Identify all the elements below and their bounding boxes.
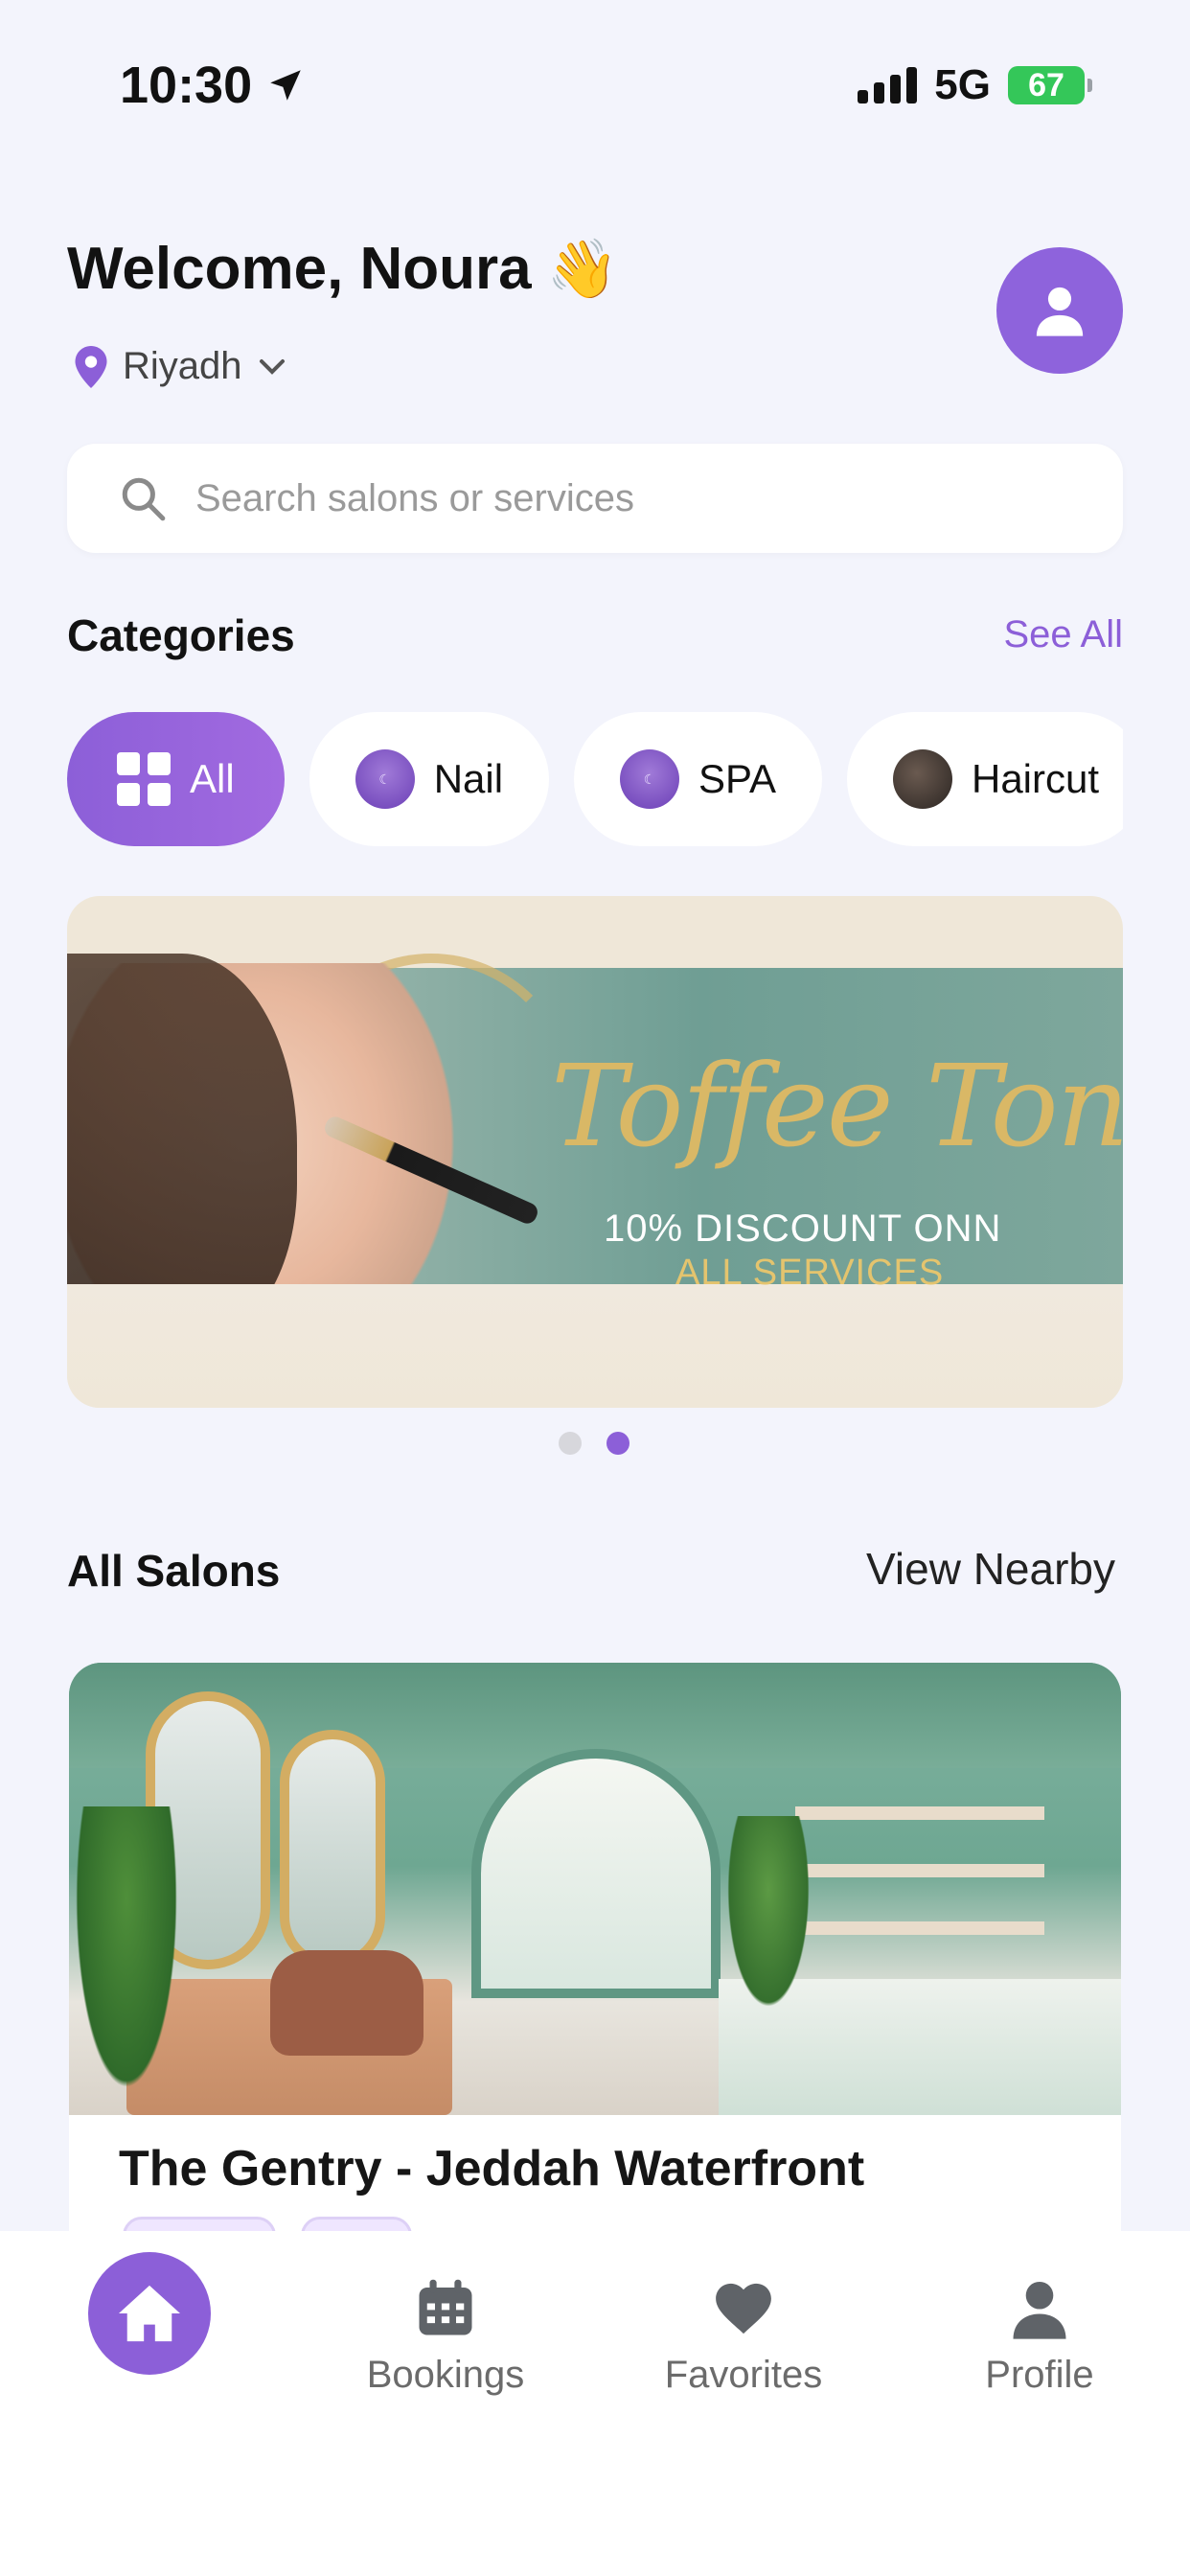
category-chip-nail[interactable]: ☾ Nail <box>309 712 550 846</box>
categories-title: Categories <box>67 610 295 660</box>
battery-icon: 67 <box>1008 66 1092 104</box>
salon-image <box>69 1663 1121 2115</box>
nav-profile-label: Profile <box>985 2354 1094 2396</box>
welcome-heading: Welcome, Noura 👋 <box>67 235 618 303</box>
status-bar: 10:30 5G 67 <box>0 0 1190 172</box>
all-salons-title: All Salons <box>67 1546 281 1596</box>
location-label: Riyadh <box>123 345 242 387</box>
brand-logo-icon: ☾ <box>620 749 680 809</box>
pagination-dot[interactable] <box>559 1432 582 1455</box>
status-time-text: 10:30 <box>120 57 253 114</box>
grid-icon <box>117 752 171 806</box>
wave-emoji: 👋 <box>546 237 619 301</box>
search-input[interactable] <box>195 476 1039 520</box>
nav-home-button[interactable] <box>88 2252 211 2375</box>
cellular-signal-icon <box>858 67 918 104</box>
home-icon <box>119 2285 180 2342</box>
view-nearby-link[interactable]: View Nearby <box>866 1543 1115 1595</box>
category-chip-all[interactable]: All <box>67 712 285 846</box>
category-chip-label: SPA <box>698 756 776 801</box>
location-selector[interactable]: Riyadh <box>75 345 286 388</box>
chevron-down-icon <box>259 358 285 375</box>
pagination-dot-active[interactable] <box>606 1432 629 1455</box>
search-icon <box>122 477 166 521</box>
salon-card[interactable]: The Gentry - Jeddah Waterfront <box>69 1663 1121 2238</box>
status-indicators: 5G 67 <box>858 61 1092 109</box>
category-chip-label: Nail <box>433 756 504 801</box>
battery-level: 67 <box>1028 66 1064 104</box>
brand-logo-icon: ☾ <box>355 749 415 809</box>
banner-pagination <box>559 1432 629 1455</box>
haircut-thumbnail <box>892 749 952 809</box>
status-time: 10:30 <box>120 56 306 115</box>
category-chip-haircut[interactable]: Haircut <box>846 712 1123 846</box>
heart-icon <box>716 2283 771 2334</box>
banner-model-hair <box>67 954 297 1337</box>
location-arrow-icon <box>270 70 301 101</box>
promo-banner[interactable]: Toffee Tones 10% DISCOUNT ONN ALL SERVIC… <box>67 896 1123 1408</box>
category-chip-spa[interactable]: ☾ SPA <box>574 712 822 846</box>
nav-favorites[interactable]: Favorites <box>629 2277 858 2397</box>
user-icon <box>1013 2281 1066 2339</box>
category-chip-label: Haircut <box>971 756 1100 801</box>
nav-bookings-label: Bookings <box>366 2354 525 2396</box>
profile-avatar-button[interactable] <box>996 247 1123 374</box>
network-type: 5G <box>934 61 991 108</box>
banner-services-text: ALL SERVICES <box>675 1253 945 1293</box>
salon-name: The Gentry - Jeddah Waterfront <box>119 2141 865 2196</box>
bottom-navigation: Bookings Favorites Profile <box>0 2231 1190 2576</box>
category-chip-label: All <box>190 756 235 801</box>
see-all-link[interactable]: See All <box>1003 613 1123 656</box>
nav-profile[interactable]: Profile <box>925 2277 1155 2397</box>
nav-bookings[interactable]: Bookings <box>331 2277 561 2397</box>
search-bar[interactable] <box>67 444 1123 553</box>
location-pin-icon <box>75 345 107 388</box>
banner-footer <box>67 1284 1123 1408</box>
banner-discount-text: 10% DISCOUNT ONN <box>604 1208 1002 1250</box>
user-icon <box>1036 287 1084 336</box>
nav-favorites-label: Favorites <box>664 2354 823 2396</box>
banner-title: Toffee Tones <box>551 1040 1123 1172</box>
welcome-text: Welcome, Noura <box>67 236 532 302</box>
calendar-icon <box>419 2279 472 2335</box>
category-chips: All ☾ Nail ☾ SPA Haircut <box>67 712 1123 846</box>
